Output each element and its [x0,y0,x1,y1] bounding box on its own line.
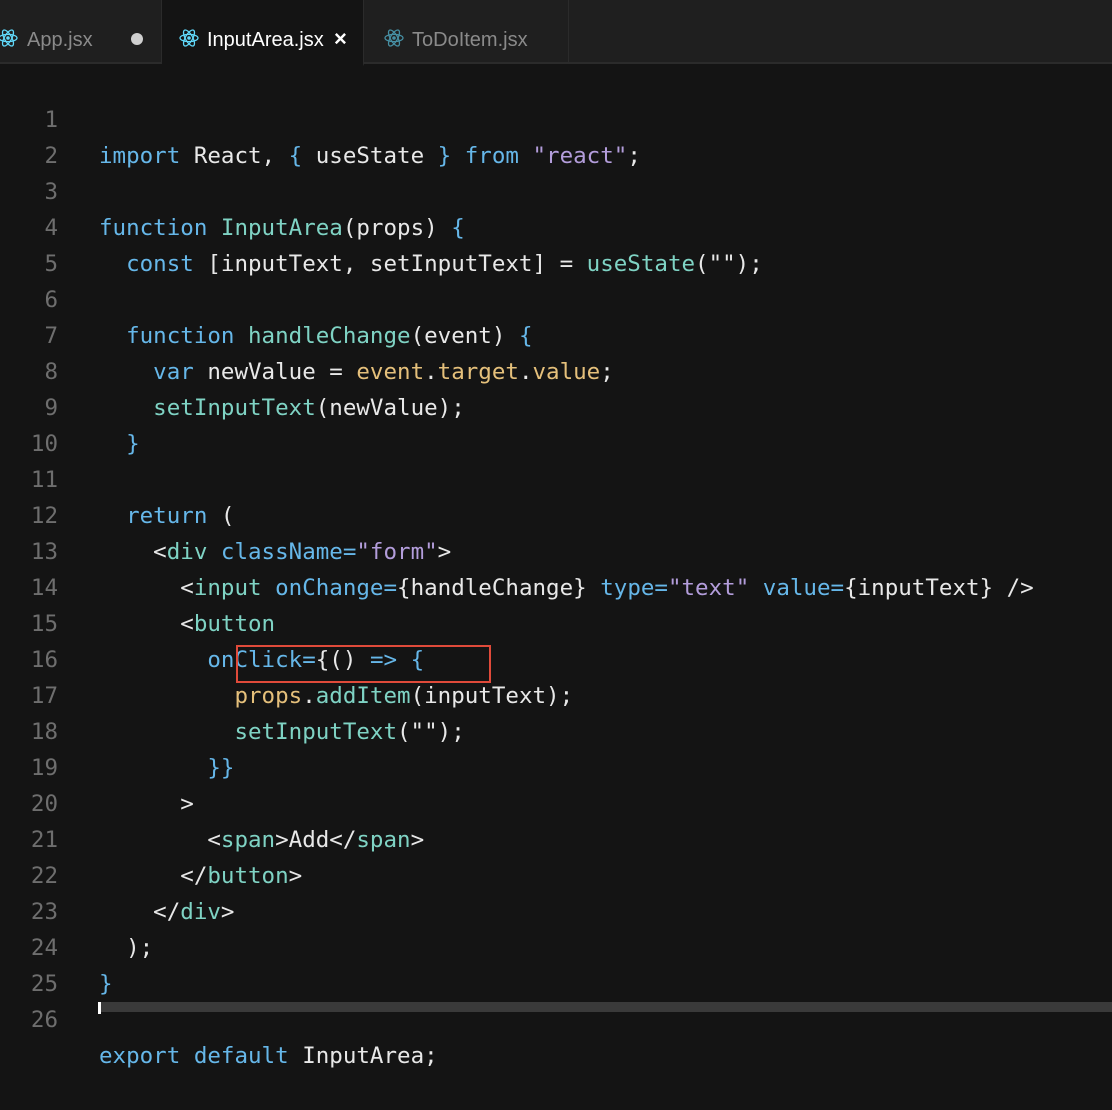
tab-label: App.jsx [27,29,93,51]
code-line: 14 <button [0,534,1112,637]
react-icon [179,29,199,47]
editor-tab-bar: App.jsx InputArea.jsx × ToDoItem.jsx [0,0,1112,66]
code-line: 22 </div> [0,822,1112,925]
react-icon [0,29,18,47]
code-line: 23 ); [0,858,1112,961]
code-line: 17 setInputText(""); [0,642,1112,745]
code-line: 5 [0,210,1112,277]
code-line: 26 export default InputArea; [0,966,1112,1069]
code-line: 19 > [0,714,1112,817]
code-line: 7 var newValue = event.target.value; [0,282,1112,385]
code-line: 25 [0,930,1112,997]
close-icon[interactable]: × [334,27,347,51]
react-icon [384,29,404,47]
code-line: 15 onClick={() => { [0,570,1112,673]
tab-label: InputArea.jsx [207,29,324,51]
line-number: 26 [30,1007,58,1033]
code-line: 9 } [0,354,1112,457]
code-line: 1 import React, { useState } from "react… [0,66,1112,169]
tab-label: ToDoItem.jsx [412,29,528,51]
text-cursor [98,1002,101,1014]
code-line: 16 props.addItem(inputText); [0,606,1112,709]
code-line: 6 function handleChange(event) { [0,246,1112,349]
code-line: 24 } [0,894,1112,997]
code-line: 8 setInputText(newValue); [0,318,1112,421]
code-line: 20 <span>Add</span> [0,750,1112,853]
horizontal-scrollbar[interactable] [100,1002,1112,1012]
code-line: 3 function InputArea(props) { [0,138,1112,241]
code-line: 18 }} [0,678,1112,781]
code-line: 21 </button> [0,786,1112,889]
code-line: 11 return ( [0,426,1112,529]
code-line: 12 <div className="form"> [0,462,1112,565]
code-line: 10 [0,390,1112,457]
code-line: 4 const [inputText, setInputText] = useS… [0,174,1112,277]
code-line: 2 [0,102,1112,169]
code-editor[interactable]: 1 import React, { useState } from "react… [0,66,1112,1069]
tab-inputarea-jsx[interactable]: InputArea.jsx × [162,0,364,66]
code-line: 13 <input onChange={handleChange} type="… [0,498,1112,601]
tab-app-jsx[interactable]: App.jsx [0,0,162,64]
tab-todoitem-jsx[interactable]: ToDoItem.jsx [364,0,569,64]
unsaved-dot-icon[interactable] [131,33,143,45]
